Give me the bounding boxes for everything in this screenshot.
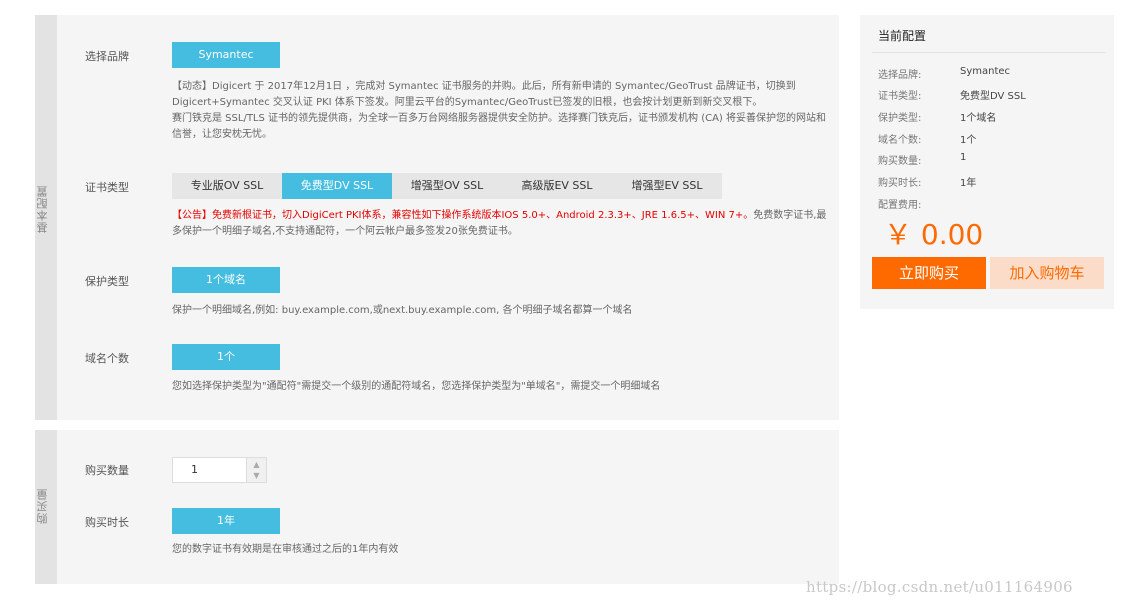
chevron-up-icon[interactable]: ▲ [247, 459, 266, 470]
summary-quantity-label: 购买数量: [878, 156, 922, 167]
buy-now-button[interactable]: 立即购买 [872, 257, 986, 289]
protection-label: 保护类型 [85, 275, 129, 288]
basic-config-section: 基本配置 选择品牌 Symantec 【动态】Digicert 于 2017年1… [35, 15, 839, 420]
brand-label: 选择品牌 [85, 50, 129, 63]
cert-type-option-pro-ov[interactable]: 专业版OV SSL [172, 173, 282, 199]
quantity-label: 购买数量 [85, 464, 129, 477]
basic-config-side-label: 基本配置 [36, 185, 49, 233]
quantity-stepper-arrows[interactable]: ▲ ▼ [246, 458, 266, 482]
summary-duration-label: 购买时长: [878, 178, 922, 189]
cert-type-option-free-dv[interactable]: 免费型DV SSL [282, 173, 392, 199]
basic-config-side-tab: 基本配置 [35, 15, 57, 420]
summary-cert-type-value: 免费型DV SSL [960, 91, 1026, 102]
cert-type-option-advanced-ev[interactable]: 高级版EV SSL [502, 173, 612, 199]
cert-type-notice: 【公告】免费新根证书，切入DigiCert PKI体系，兼容性如下操作系统版本I… [172, 208, 832, 240]
duration-label: 购买时长 [85, 516, 129, 529]
domain-count-label: 域名个数 [85, 352, 129, 365]
brand-notice: 【动态】Digicert 于 2017年12月1日 ，完成对 Symantec … [172, 81, 796, 108]
current-config-panel: 当前配置 选择品牌: Symantec 证书类型: 免费型DV SSL 保护类型… [860, 15, 1114, 309]
summary-brand-label: 选择品牌: [878, 70, 922, 81]
protection-desc: 保护一个明细域名,例如: buy.example.com,或next.buy.e… [172, 305, 633, 316]
summary-protection-value: 1个域名 [960, 113, 997, 124]
cert-type-option-enhanced-ev[interactable]: 增强型EV SSL [612, 173, 722, 199]
summary-price: ￥ 0.00 [884, 218, 984, 251]
chevron-down-icon[interactable]: ▼ [247, 470, 266, 481]
cert-type-tabs: 专业版OV SSL 免费型DV SSL 增强型OV SSL 高级版EV SSL … [172, 173, 722, 199]
brand-intro: 赛门铁克是 SSL/TLS 证书的领先提供商，为全球一百多万台网络服务器提供安全… [172, 113, 827, 140]
protection-option-one-domain[interactable]: 1个域名 [172, 267, 280, 293]
summary-fee-label: 配置费用: [878, 200, 922, 211]
summary-cert-type-label: 证书类型: [878, 91, 922, 102]
summary-brand-value: Symantec [960, 66, 1011, 77]
cert-type-option-enhanced-ov[interactable]: 增强型OV SSL [392, 173, 502, 199]
summary-domain-count-label: 域名个数: [878, 135, 922, 146]
quantity-value: 1 [191, 463, 198, 476]
domain-count-desc: 您如选择保护类型为"通配符"需提交一个级别的通配符域名，您选择保护类型为"单域名… [172, 381, 661, 392]
purchase-side-tab: 购买量 [35, 430, 57, 584]
summary-protection-label: 保护类型: [878, 113, 922, 124]
quantity-stepper[interactable]: 1 ▲ ▼ [172, 457, 267, 483]
summary-quantity-value: 1 [960, 152, 967, 163]
summary-domain-count-value: 1个 [960, 135, 977, 146]
purchase-side-label: 购买量 [36, 488, 49, 524]
domain-count-option-one[interactable]: 1个 [172, 344, 280, 370]
brand-option-symantec[interactable]: Symantec [172, 42, 280, 68]
divider [872, 52, 1106, 53]
cert-type-notice-red: 【公告】免费新根证书，切入DigiCert PKI体系，兼容性如下操作系统版本I… [172, 210, 754, 221]
duration-desc: 您的数字证书有效期是在审核通过之后的1年内有效 [172, 544, 399, 555]
summary-duration-value: 1年 [960, 178, 977, 189]
add-to-cart-button[interactable]: 加入购物车 [990, 257, 1104, 289]
duration-option-one-year[interactable]: 1年 [172, 508, 280, 534]
current-config-title: 当前配置 [878, 29, 927, 43]
purchase-section: 购买量 购买数量 1 ▲ ▼ 购买时长 1年 您的数字证书有效期是在审核通过之后… [35, 430, 839, 584]
watermark: https://blog.csdn.net/u011164906 [806, 578, 1073, 596]
cert-type-label: 证书类型 [85, 181, 129, 194]
